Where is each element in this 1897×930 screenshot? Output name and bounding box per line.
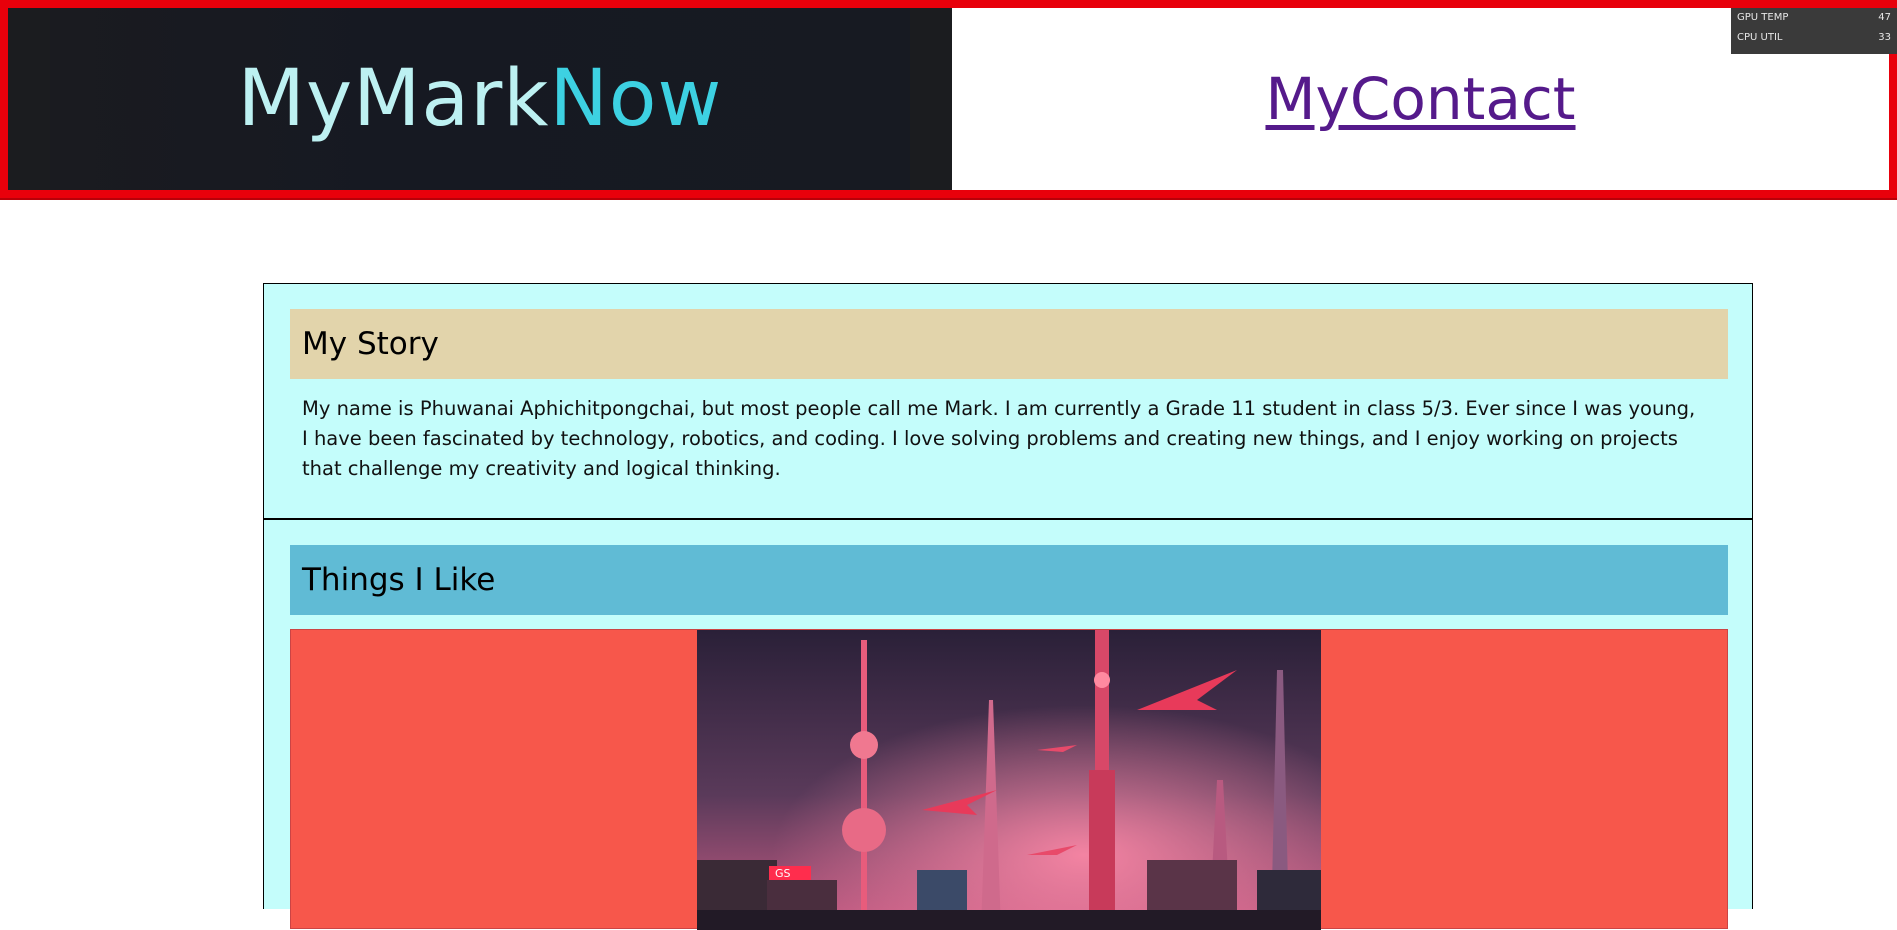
logo-text-mymark: MyMark	[237, 54, 550, 144]
gs-sign-text: GS	[775, 867, 791, 880]
cpu-util-value: 33	[1878, 32, 1891, 43]
gpu-temp-row: GPU TEMP 47	[1731, 8, 1897, 28]
contact-link[interactable]: MyContact	[1265, 65, 1575, 133]
likes-image-band: GS	[290, 629, 1728, 930]
gpu-temp-value: 47	[1878, 12, 1891, 23]
content-card: My Story My name is Phuwanai Aphichitpon…	[263, 283, 1753, 930]
site-logo: MyMarkNow	[238, 60, 723, 138]
logo-banner[interactable]: MyMarkNow	[8, 8, 952, 190]
likes-section: Things I Like GS	[264, 520, 1752, 930]
likes-heading: Things I Like	[290, 545, 1728, 615]
cyberpunk-city-image: GS	[697, 630, 1321, 930]
logo-background: MyMarkNow	[50, 8, 910, 190]
story-heading: My Story	[290, 309, 1728, 379]
logo-text-now: Now	[549, 54, 723, 144]
story-paragraph: My name is Phuwanai Aphichitpongchai, bu…	[302, 397, 1696, 480]
city-illustration: GS	[697, 630, 1321, 930]
cpu-util-label: CPU UTIL	[1737, 32, 1783, 43]
cpu-util-row: CPU UTIL 33	[1731, 28, 1897, 48]
site-header: MyMarkNow MyContact	[0, 0, 1897, 198]
system-monitor-overlay: GPU TEMP 47 CPU UTIL 33	[1731, 8, 1897, 54]
story-section: My Story My name is Phuwanai Aphichitpon…	[264, 284, 1752, 520]
gpu-temp-label: GPU TEMP	[1737, 12, 1789, 23]
